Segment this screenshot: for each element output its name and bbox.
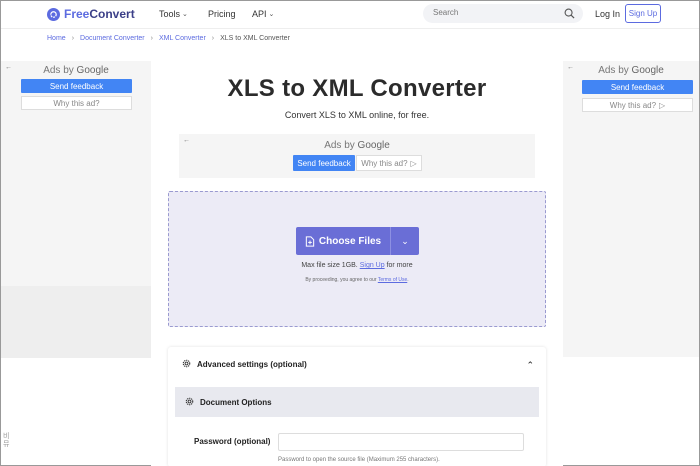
chevron-down-icon: ⌄ [268,11,275,18]
chevron-right-icon: › [71,35,75,42]
file-add-icon [305,235,315,247]
password-input[interactable] [278,433,524,451]
max-file-size-note: Max file size 1GB. Sign Up for more [301,262,413,269]
info-arrow-icon: ▷ [659,100,666,110]
ads-by-google-label: Ads by Google [598,65,664,76]
advanced-settings-toggle[interactable]: Advanced settings (optional) [182,359,307,370]
logo-icon [47,7,60,21]
choose-files-button-group: Choose Files ⌄ [296,227,419,255]
document-options-label: Document Options [200,397,272,407]
nav-pricing-label: Pricing [208,9,236,19]
search-placeholder: Search [433,8,459,17]
ads-by-google-label: Ads by Google [324,140,390,151]
why-this-ad-button[interactable]: Why this ad? [21,96,132,110]
breadcrumb-home[interactable]: Home [47,35,66,42]
corner-text: 비 뮤 [3,433,10,448]
send-feedback-button[interactable]: Send feedback [21,79,132,93]
breadcrumb-document-converter[interactable]: Document Converter [80,35,145,42]
login-link[interactable]: Log In [595,9,620,19]
search-input[interactable]: Search [423,4,583,23]
why-this-ad-label: Why this ad? [53,98,100,108]
choose-files-label: Choose Files [318,235,382,247]
chevron-right-icon: › [150,35,153,42]
send-feedback-button[interactable]: Send feedback [293,155,355,171]
advanced-settings-panel: Advanced settings (optional) ⌃ Document … [168,347,546,466]
chevron-down-icon: ⌄ [401,235,409,246]
nav-tools[interactable]: Tools ⌄ [159,9,188,19]
logo-text: FreeConvert [64,7,135,21]
ads-by-google-label: Ads by Google [43,65,109,76]
page-title: XLS to XML Converter [227,75,487,102]
nav-tools-label: Tools [159,9,181,19]
why-this-ad-label: Why this ad? [361,158,408,168]
choose-files-button[interactable]: Choose Files [296,227,390,255]
logo[interactable]: FreeConvert [47,7,135,21]
breadcrumb: Home › Document Converter › XML Converte… [47,35,290,42]
top-header: FreeConvert Tools ⌄ Pricing API ⌄ Search… [1,1,699,29]
password-label: Password (optional) [194,437,271,446]
nav-api[interactable]: API ⌄ [252,9,274,19]
main-content: XLS to XML Converter Convert XLS to XML … [151,61,563,466]
chevron-right-icon: › [211,35,215,42]
terms-of-use-link[interactable]: Terms of Use [378,277,407,283]
advanced-settings-label: Advanced settings (optional) [197,360,307,369]
search-icon[interactable] [564,8,575,19]
gear-icon [185,397,194,408]
password-hint: Password to open the source file (Maximu… [278,457,440,463]
upload-source-dropdown[interactable]: ⌄ [390,227,419,255]
info-arrow-icon: ▷ [410,158,417,168]
send-feedback-button[interactable]: Send feedback [582,80,693,94]
chevron-down-icon: ⌄ [182,11,188,18]
right-ad-panel: ← Ads by Google Send feedback Why this a… [563,61,699,357]
file-dropzone[interactable]: Choose Files ⌄ Max file size 1GB. Sign U… [168,191,546,327]
chevron-up-icon[interactable]: ⌃ [526,360,534,371]
nav-api-label: API [252,9,267,19]
gear-icon [182,359,191,370]
nav-pricing[interactable]: Pricing [208,9,236,19]
breadcrumb-current: XLS to XML Converter [220,35,290,42]
document-options-section[interactable]: Document Options [175,387,539,417]
why-this-ad-button[interactable]: Why this ad? ▷ [582,98,693,112]
left-ad-footer [1,286,151,358]
terms-note: By proceeding, you agree to our Terms of… [305,277,409,283]
middle-ad-panel: ← Ads by Google Send feedback Why this a… [179,134,535,178]
signup-button[interactable]: Sign Up [625,4,661,23]
why-this-ad-button[interactable]: Why this ad? ▷ [356,155,422,171]
why-this-ad-label: Why this ad? [609,100,657,110]
signup-link[interactable]: Sign Up [360,262,385,269]
breadcrumb-xml-converter[interactable]: XML Converter [159,35,206,42]
page-subtitle: Convert XLS to XML online, for free. [284,110,430,120]
